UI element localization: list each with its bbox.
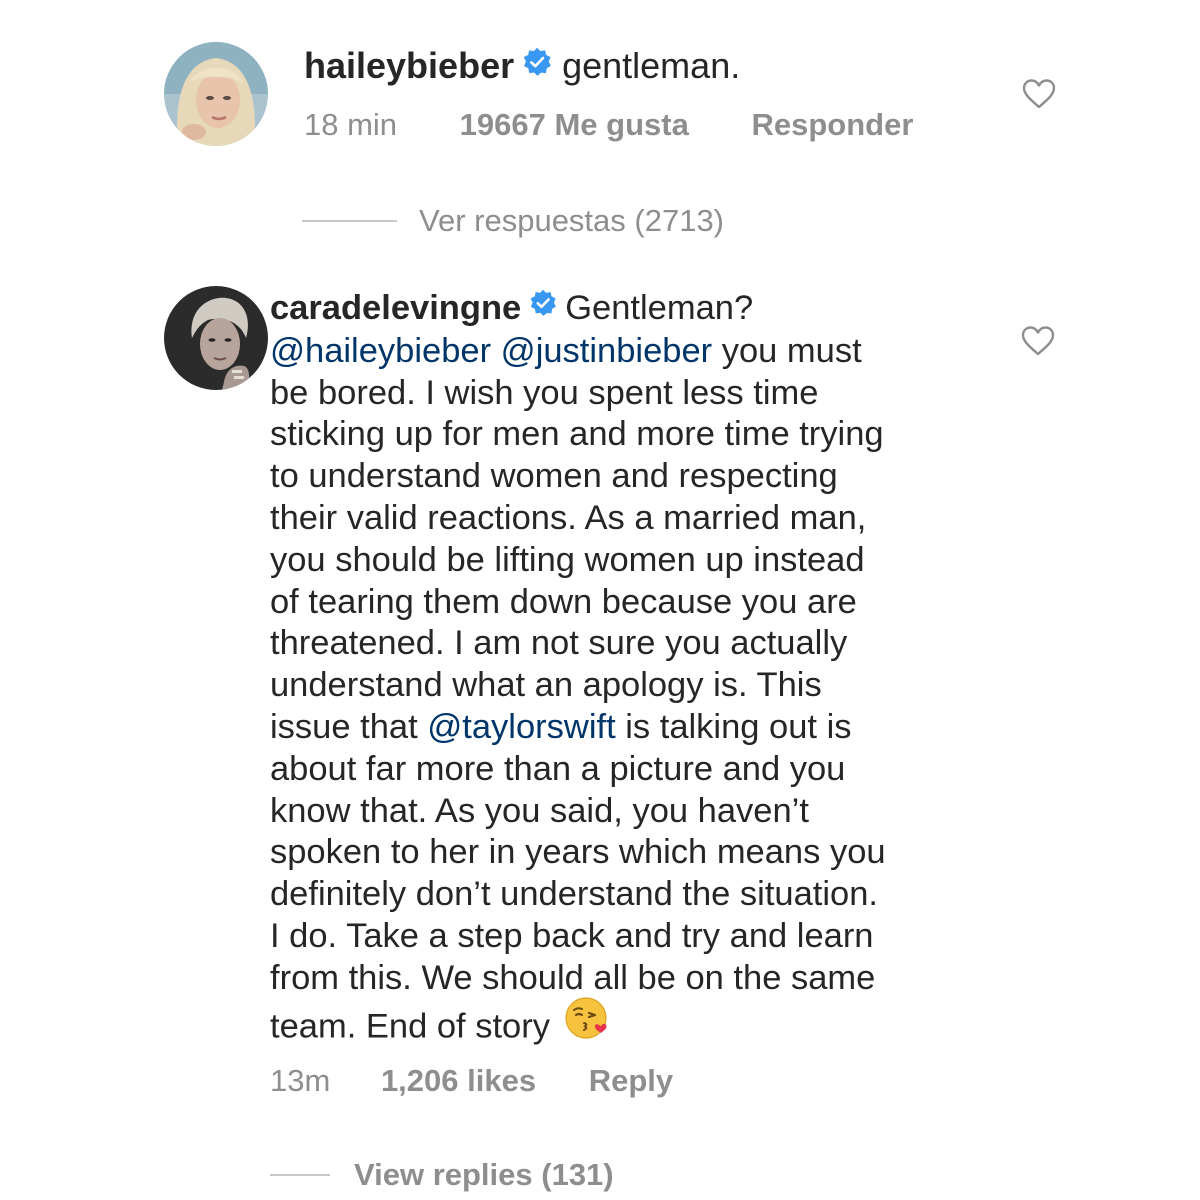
- comment-text: is talking out is: [615, 707, 852, 746]
- comment-text: gentleman.: [562, 45, 741, 86]
- likes-count-button[interactable]: 19667 Me gusta: [460, 106, 689, 144]
- comment-line: of tearing them down because you are: [270, 582, 970, 624]
- comment-line: threatened. I am not sure you actually: [270, 623, 970, 665]
- username-link[interactable]: caradelevingne: [270, 289, 521, 327]
- likes-count-button[interactable]: 1,206 likes: [381, 1062, 536, 1100]
- comment-text: team. End of story: [270, 1007, 550, 1046]
- comment-header: haileybieber gentleman.: [304, 44, 740, 90]
- comment-meta: 13m 1,206 likes Reply: [270, 1062, 673, 1100]
- comment-text: of tearing them down because you are: [270, 582, 857, 621]
- comment-text: be bored. I wish you spent less time: [270, 373, 819, 412]
- comment-line: you should be lifting women up instead: [270, 540, 970, 582]
- heart-outline-icon[interactable]: [1021, 78, 1057, 115]
- mention-link[interactable]: @justinbieber: [501, 332, 712, 370]
- verified-badge-icon: [529, 286, 557, 328]
- comment-text: sticking up for men and more time trying: [270, 415, 884, 454]
- replies-divider: [302, 220, 397, 222]
- comment-line: team. End of story: [270, 996, 970, 1057]
- comment-line: be bored. I wish you spent less time: [270, 373, 970, 415]
- mention-link[interactable]: @haileybieber: [270, 332, 491, 370]
- replies-divider: [270, 1174, 330, 1176]
- comment-text: Gentleman?: [565, 289, 754, 327]
- reply-button[interactable]: Reply: [589, 1062, 673, 1100]
- comment-text: know that. As you said, you haven’t: [270, 791, 809, 830]
- mention-link[interactable]: @taylorswift: [427, 708, 615, 746]
- verified-badge-icon: [522, 43, 552, 87]
- comment-text: definitely don’t understand the situatio…: [270, 875, 878, 914]
- comment-line: to understand women and respecting: [270, 456, 970, 498]
- comment-line: definitely don’t understand the situatio…: [270, 874, 970, 916]
- comment-text: understand what an apology is. This: [270, 666, 822, 705]
- comment-text: from this. We should all be on the same: [270, 958, 876, 997]
- comment-meta: 18 min 19667 Me gusta Responder: [304, 106, 913, 144]
- comment-text: spoken to her in years which means you: [270, 833, 886, 872]
- view-replies-button[interactable]: Ver respuestas (2713): [419, 202, 724, 240]
- comment-line: @haileybieber @justinbieber you must: [270, 331, 970, 373]
- comment-text: about far more than a picture and you: [270, 749, 846, 788]
- view-replies-button[interactable]: View replies (131): [354, 1156, 614, 1194]
- comment-text: to understand women and respecting: [270, 457, 838, 496]
- comment-text: you must: [712, 331, 862, 370]
- comment-line: caradelevingne Gentleman?: [270, 288, 970, 331]
- username-link[interactable]: haileybieber: [304, 45, 514, 86]
- comment-line: about far more than a picture and you: [270, 749, 970, 791]
- comment-line: understand what an apology is. This: [270, 665, 970, 707]
- comment-body: caradelevingne Gentleman? @haileybieber @j…: [270, 288, 970, 1056]
- comment-line: I do. Take a step back and try and learn: [270, 916, 970, 958]
- comment-timestamp: 13m: [270, 1063, 331, 1098]
- comment-timestamp: 18 min: [304, 107, 398, 142]
- comment-text: [491, 332, 501, 370]
- comment-text: their valid reactions. As a married man,: [270, 498, 867, 537]
- comment-line: issue that @taylorswift is talking out i…: [270, 707, 970, 749]
- avatar-haileybieber[interactable]: [164, 42, 268, 146]
- comment-line: from this. We should all be on the same: [270, 958, 970, 1000]
- reply-button[interactable]: Responder: [751, 106, 913, 144]
- comment-text: you should be lifting women up instead: [270, 540, 865, 579]
- heart-outline-icon[interactable]: [1020, 325, 1056, 362]
- avatar-caradelevingne[interactable]: [164, 286, 268, 390]
- comment-text: issue that: [270, 707, 428, 746]
- comment-line: spoken to her in years which means you: [270, 832, 970, 874]
- comment-text: threatened. I am not sure you actually: [270, 624, 848, 663]
- kiss-emoji-icon: [564, 996, 610, 1053]
- comment-line: their valid reactions. As a married man,: [270, 498, 970, 540]
- comment-text: I do. Take a step back and try and learn: [270, 916, 874, 955]
- comment-line: sticking up for men and more time trying: [270, 414, 970, 456]
- comment-line: know that. As you said, you haven’t: [270, 791, 970, 833]
